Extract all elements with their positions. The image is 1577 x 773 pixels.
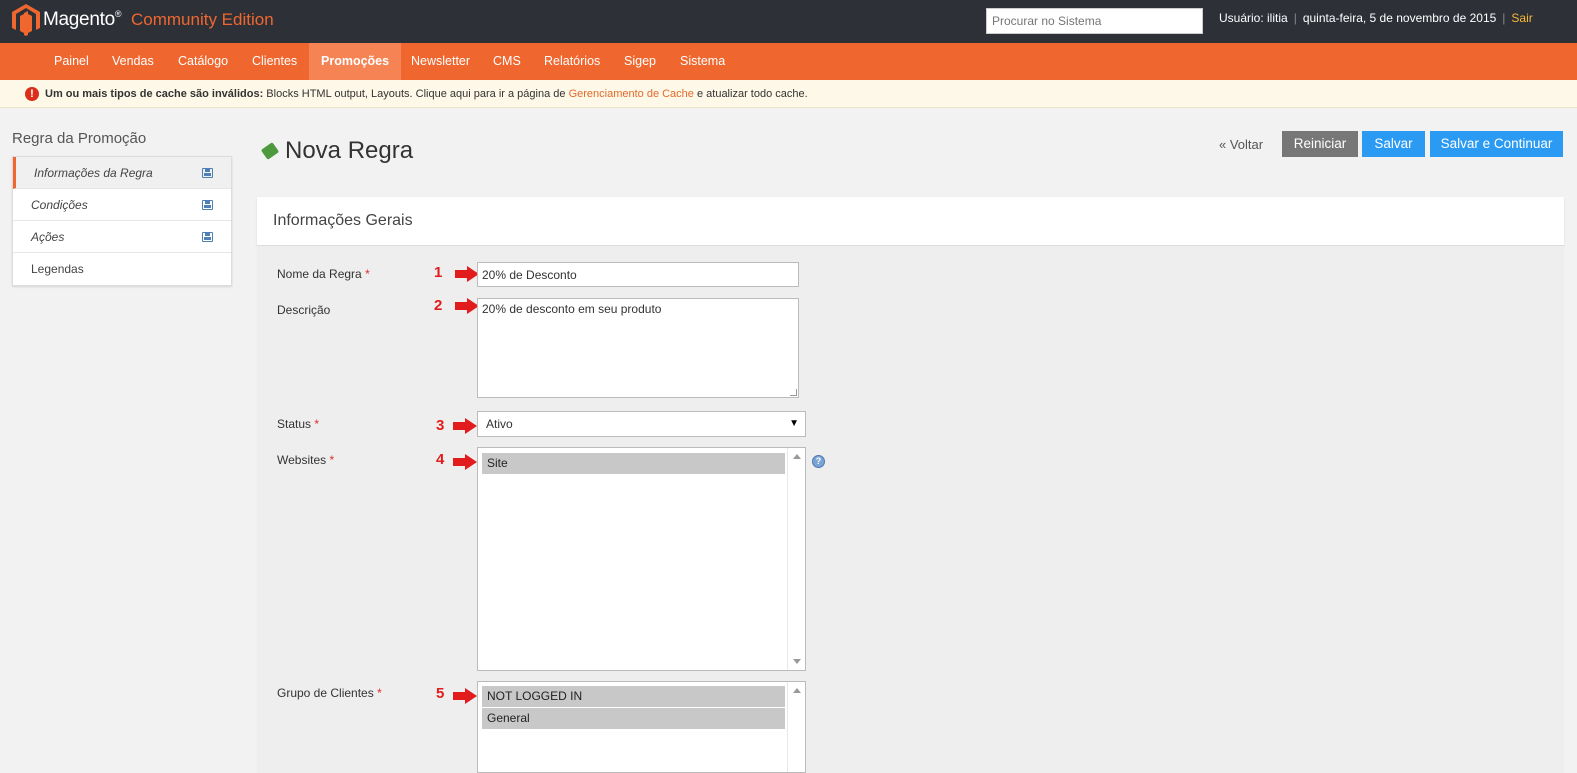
main-nav: Painel Vendas Catálogo Clientes Promoçõe…: [0, 43, 1577, 80]
edition-label: Community Edition: [131, 10, 274, 29]
sidebar-item-label: Ações: [31, 230, 65, 244]
page-title: Nova Regra: [285, 137, 414, 164]
user-name: Usuário: ilitia: [1219, 11, 1288, 25]
red-arrow-icon: [455, 266, 479, 282]
annotation-number: 4: [436, 451, 445, 468]
cache-management-link[interactable]: Gerenciamento de Cache: [569, 88, 694, 100]
save-icon: [202, 200, 213, 210]
description-textarea[interactable]: 20% de desconto em seu produto: [477, 298, 799, 398]
brand-name: Magento®: [43, 9, 122, 30]
sidebar-tabs: Informações da Regra Condições Ações Leg…: [12, 156, 232, 286]
annotation-number: 3: [436, 417, 445, 434]
sidebar-item-rule-info[interactable]: Informações da Regra: [13, 157, 231, 189]
sidebar-item-conditions[interactable]: Condições: [13, 189, 231, 221]
red-arrow-icon: [455, 298, 479, 314]
nav-item-relatorios[interactable]: Relatórios: [544, 43, 600, 80]
sidebar-item-label: Legendas: [31, 262, 84, 276]
message-text: Blocks HTML output, Layouts. Clique aqui…: [263, 88, 569, 100]
save-and-continue-button[interactable]: Salvar e Continuar: [1430, 131, 1563, 157]
customer-groups-label: Grupo de Clientes *: [277, 686, 382, 700]
scrollbar[interactable]: [787, 448, 805, 670]
scrollbar[interactable]: [787, 682, 805, 772]
section-title: Informações Gerais: [273, 212, 413, 229]
status-value: Ativo: [486, 417, 513, 431]
annotation-number: 1: [434, 264, 443, 281]
back-button[interactable]: « Voltar: [1219, 137, 1263, 152]
sidebar-item-labels[interactable]: Legendas: [13, 253, 231, 285]
magento-logo-icon: [12, 4, 40, 36]
nav-item-clientes[interactable]: Clientes: [252, 43, 297, 80]
error-icon: !: [25, 87, 39, 101]
red-arrow-icon: [453, 418, 477, 434]
status-label: Status *: [277, 417, 320, 431]
sidebar-item-actions[interactable]: Ações: [13, 221, 231, 253]
annotation-number: 2: [434, 297, 443, 314]
reset-button[interactable]: Reiniciar: [1282, 131, 1358, 157]
scroll-down-icon[interactable]: [793, 659, 801, 664]
description-label: Descrição: [277, 303, 331, 317]
status-select[interactable]: Ativo ▼: [477, 411, 806, 437]
rule-name-input[interactable]: 20% de Desconto: [477, 262, 799, 287]
message-text-end: e atualizar todo cache.: [693, 88, 808, 100]
customer-group-option[interactable]: General: [482, 708, 785, 729]
current-date: quinta-feira, 5 de novembro de 2015: [1302, 11, 1497, 25]
global-search-input[interactable]: [986, 8, 1203, 34]
nav-item-promocoes[interactable]: Promoções: [309, 43, 402, 80]
save-icon: [202, 168, 213, 178]
sidebar-title: Regra da Promoção: [12, 130, 147, 147]
nav-item-sigep[interactable]: Sigep: [624, 43, 656, 80]
section-header[interactable]: Informações Gerais: [257, 197, 1564, 246]
nav-item-sistema[interactable]: Sistema: [680, 43, 725, 80]
description-value: 20% de desconto em seu produto: [482, 302, 662, 316]
nav-item-cms[interactable]: CMS: [493, 43, 521, 80]
save-icon: [202, 232, 213, 242]
logout-link[interactable]: Sair: [1511, 11, 1532, 25]
tag-icon: [260, 142, 280, 160]
customer-groups-multiselect[interactable]: NOT LOGGED IN General: [477, 681, 806, 773]
scroll-up-icon[interactable]: [793, 454, 801, 459]
annotation-number: 5: [436, 685, 445, 702]
sidebar-item-label: Condições: [31, 198, 88, 212]
nav-item-newsletter[interactable]: Newsletter: [411, 43, 470, 80]
user-info: Usuário: ilitia | quinta-feira, 5 de novem…: [1219, 11, 1533, 25]
rule-name-label: Nome da Regra *: [277, 267, 370, 281]
customer-group-option[interactable]: NOT LOGGED IN: [482, 686, 785, 707]
cache-warning-message: ! Um ou mais tipos de cache são inválido…: [0, 80, 1577, 108]
save-button[interactable]: Salvar: [1362, 131, 1425, 157]
message-bold: Um ou mais tipos de cache são inválidos:: [45, 88, 264, 100]
top-header: Magento® Community Edition Usuário: ilit…: [0, 0, 1577, 43]
websites-label: Websites *: [277, 453, 335, 467]
websites-option[interactable]: Site: [482, 453, 785, 474]
help-icon[interactable]: ?: [812, 455, 825, 468]
red-arrow-icon: [453, 454, 477, 470]
resize-handle[interactable]: [790, 389, 797, 396]
nav-item-painel[interactable]: Painel: [54, 43, 89, 80]
websites-multiselect[interactable]: Site: [477, 447, 806, 671]
scroll-up-icon[interactable]: [793, 688, 801, 693]
chevron-down-icon: ▼: [789, 418, 799, 429]
red-arrow-icon: [453, 688, 477, 704]
nav-item-vendas[interactable]: Vendas: [112, 43, 154, 80]
nav-item-catalogo[interactable]: Catálogo: [178, 43, 228, 80]
sidebar-item-label: Informações da Regra: [34, 166, 153, 180]
